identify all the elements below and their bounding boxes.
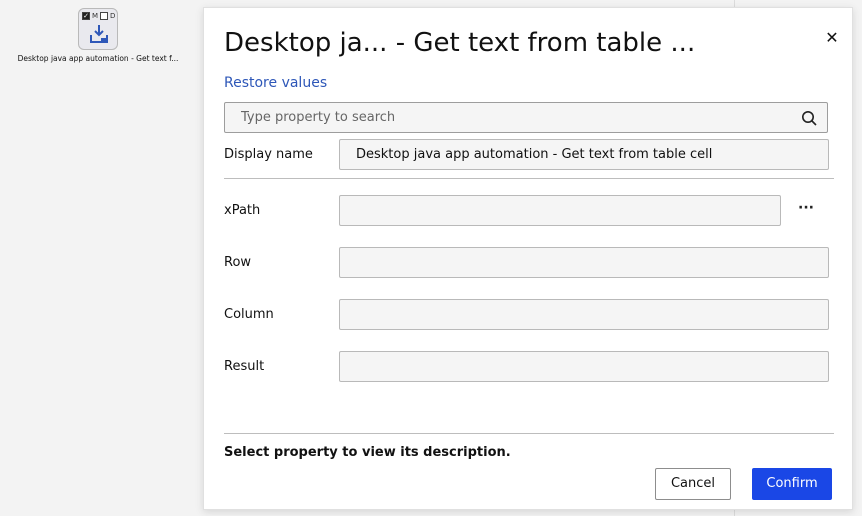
checkbox-checked-icon[interactable]: ✓ [82,12,90,20]
property-search[interactable] [224,102,828,133]
section-divider [224,178,834,179]
more-options-icon[interactable]: ··· [798,201,814,215]
cancel-button[interactable]: Cancel [655,468,731,500]
search-icon[interactable] [801,110,817,126]
confirm-button[interactable]: Confirm [752,468,832,500]
property-description: Select property to view its description. [224,445,511,460]
node-flags: ✓ M D [82,12,115,20]
close-icon[interactable]: ✕ [824,30,840,46]
description-divider [224,433,834,434]
download-tray-icon [90,25,108,43]
result-label: Result [224,359,265,374]
restore-values-link[interactable]: Restore values [224,75,327,91]
workflow-node[interactable]: ✓ M D Desktop java app automation - Get … [0,8,196,63]
flag-d-label: D [110,12,116,20]
property-row-column: Column [224,299,829,330]
display-name-label: Display name [224,147,313,162]
search-input[interactable] [225,103,795,132]
display-name-row: Display name Desktop java app automation… [224,139,829,170]
column-label: Column [224,307,274,322]
dialog-title: Desktop ja... - Get text from table ... [224,28,696,58]
property-row-row: Row [224,247,829,278]
property-row-xpath: xPath [224,195,828,226]
result-field[interactable] [339,351,829,382]
properties-dialog: Desktop ja... - Get text from table ... … [203,7,853,510]
property-row-result: Result [224,351,829,382]
display-name-field[interactable]: Desktop java app automation - Get text f… [339,139,829,170]
flag-m-label: M [92,12,99,20]
node-label: Desktop java app automation - Get text f… [17,54,179,63]
row-field[interactable] [339,247,829,278]
row-label: Row [224,255,252,270]
node-icon-box[interactable]: ✓ M D [78,8,118,50]
xpath-label: xPath [224,203,261,218]
xpath-field[interactable] [339,195,781,226]
column-field[interactable] [339,299,829,330]
checkbox-unchecked-icon[interactable] [100,12,109,20]
